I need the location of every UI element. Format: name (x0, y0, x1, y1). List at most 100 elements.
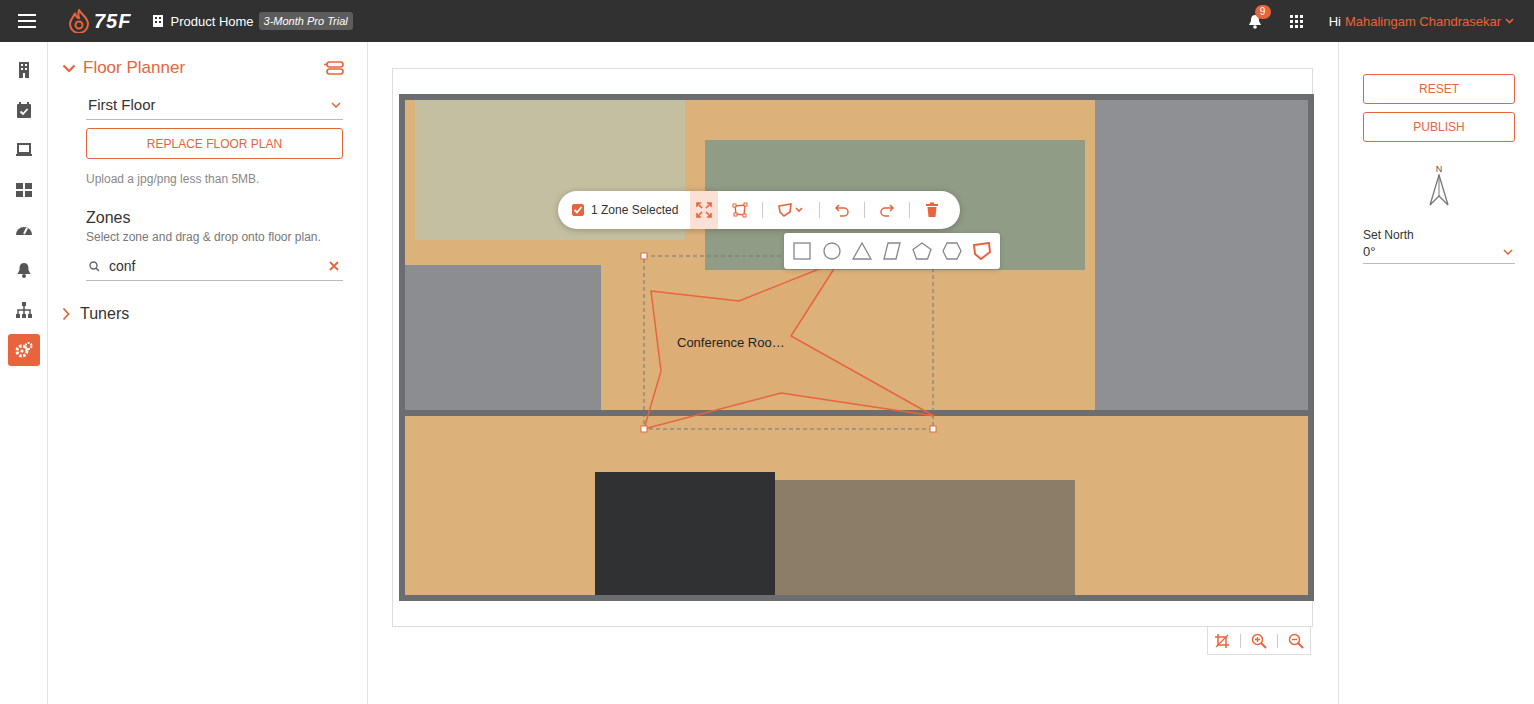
icon-rail (0, 42, 48, 704)
check-icon (573, 205, 583, 215)
north-label: N (1436, 164, 1443, 174)
shape-icon (777, 202, 805, 218)
shape-palette (784, 233, 1000, 269)
notifications[interactable]: 9 (1248, 14, 1262, 29)
chevron-icon (62, 64, 76, 73)
settings-icon (15, 341, 33, 359)
chevron-down-icon (1505, 18, 1514, 24)
north-indicator: N (1363, 164, 1515, 206)
crop-icon[interactable] (1214, 633, 1230, 649)
freeform-shape-button[interactable] (972, 242, 992, 260)
panel-title: Floor Planner (83, 58, 316, 78)
transform-button[interactable] (726, 191, 754, 229)
fit-icon (696, 202, 712, 218)
freeform-icon (972, 242, 992, 260)
delete-button[interactable] (918, 191, 946, 229)
parallelogram-icon (882, 242, 902, 260)
logo[interactable]: 75F (68, 9, 131, 33)
device-icon (15, 141, 33, 159)
zoom-controls (1207, 627, 1311, 655)
rail-item[interactable] (8, 94, 40, 126)
reset-button[interactable]: RESET (1363, 74, 1515, 104)
logo-text: 75F (94, 10, 131, 33)
triangle-icon (852, 242, 872, 260)
flame-icon (68, 9, 90, 33)
dashboard-icon (15, 181, 33, 199)
transform-icon (732, 202, 748, 218)
separator (762, 202, 763, 218)
circle-shape-button[interactable] (822, 242, 842, 260)
rail-item[interactable] (8, 174, 40, 206)
apps-grid-icon[interactable] (1290, 15, 1303, 28)
gauge-icon (15, 221, 33, 239)
zone-shape[interactable] (393, 69, 1314, 628)
user-menu[interactable]: Hi Mahalingam Chandrasekar (1329, 14, 1514, 29)
fit-button[interactable] (690, 191, 718, 229)
rail-item[interactable] (8, 334, 40, 366)
set-north-value: 0° (1363, 244, 1375, 259)
chevron-right-icon (62, 307, 70, 321)
parallelogram-shape-button[interactable] (882, 242, 902, 260)
separator (864, 202, 865, 218)
panel-body: First Floor REPLACE FLOOR PLAN Upload a … (62, 92, 343, 281)
square-shape-button[interactable] (792, 242, 812, 260)
rail-item[interactable] (8, 294, 40, 326)
hexagon-icon (942, 242, 962, 260)
replace-floor-plan-button[interactable]: REPLACE FLOOR PLAN (86, 128, 343, 159)
breadcrumb[interactable]: Product Home 3-Month Pro Trial (153, 12, 352, 30)
undo-icon (834, 202, 850, 218)
separator (909, 202, 910, 218)
panel-header[interactable]: Floor Planner (62, 58, 343, 78)
redo-button[interactable] (873, 191, 901, 229)
menu-icon[interactable] (18, 14, 36, 28)
zone-selected-checkbox[interactable]: 1 Zone Selected (572, 203, 678, 217)
layers-icon[interactable] (323, 61, 345, 75)
zones-hint: Select zone and drag & drop onto floor p… (86, 230, 343, 244)
upload-hint: Upload a jpg/png less than 5MB. (86, 172, 343, 186)
top-bar: 75F Product Home 3-Month Pro Trial 9 Hi … (0, 0, 1534, 42)
tuners-section[interactable]: Tuners (62, 305, 343, 323)
floor-select[interactable]: First Floor (86, 92, 343, 120)
undo-button[interactable] (828, 191, 856, 229)
zone-search[interactable]: conf (86, 254, 343, 281)
rail-item[interactable] (8, 214, 40, 246)
zoom-out-icon[interactable] (1288, 633, 1304, 649)
separator (1277, 634, 1278, 648)
chevron-down-icon (331, 102, 341, 108)
zoom-in-icon[interactable] (1251, 633, 1267, 649)
separator (1240, 634, 1241, 648)
bell-icon (15, 261, 33, 279)
set-north-select[interactable]: 0° (1363, 242, 1515, 264)
clear-icon[interactable] (329, 261, 339, 271)
shape-button[interactable] (771, 191, 811, 229)
square-icon (792, 242, 812, 260)
building-icon (15, 61, 33, 79)
search-icon (89, 261, 100, 272)
floor-plan-image (399, 94, 1314, 601)
rail-item[interactable] (8, 134, 40, 166)
checkbox[interactable] (572, 204, 584, 216)
redo-icon (879, 202, 895, 218)
pentagon-shape-button[interactable] (912, 242, 932, 260)
rail-item[interactable] (8, 254, 40, 286)
rail-item[interactable] (8, 54, 40, 86)
building-icon (153, 15, 163, 27)
zones-title: Zones (86, 209, 343, 227)
user-name: Mahalingam Chandrasekar (1345, 14, 1501, 29)
notification-badge: 9 (1255, 5, 1271, 19)
floor-plan-canvas[interactable]: Conference Roo… 1 Zone Selected (392, 68, 1313, 627)
hierarchy-icon (15, 301, 33, 319)
breadcrumb-text: Product Home (170, 14, 253, 29)
delete-icon (924, 202, 940, 218)
triangle-shape-button[interactable] (852, 242, 872, 260)
canvas-area: Conference Roo… 1 Zone Selected (368, 42, 1338, 704)
circle-icon (822, 242, 842, 260)
search-input[interactable]: conf (109, 258, 320, 274)
north-arrow-icon (1429, 174, 1449, 206)
hexagon-shape-button[interactable] (942, 242, 962, 260)
publish-button[interactable]: PUBLISH (1363, 112, 1515, 142)
tuners-label: Tuners (80, 305, 129, 323)
main-area: Floor Planner First Floor REPLACE FLOOR … (0, 42, 1534, 704)
separator (819, 202, 820, 218)
calendar-icon (15, 101, 33, 119)
